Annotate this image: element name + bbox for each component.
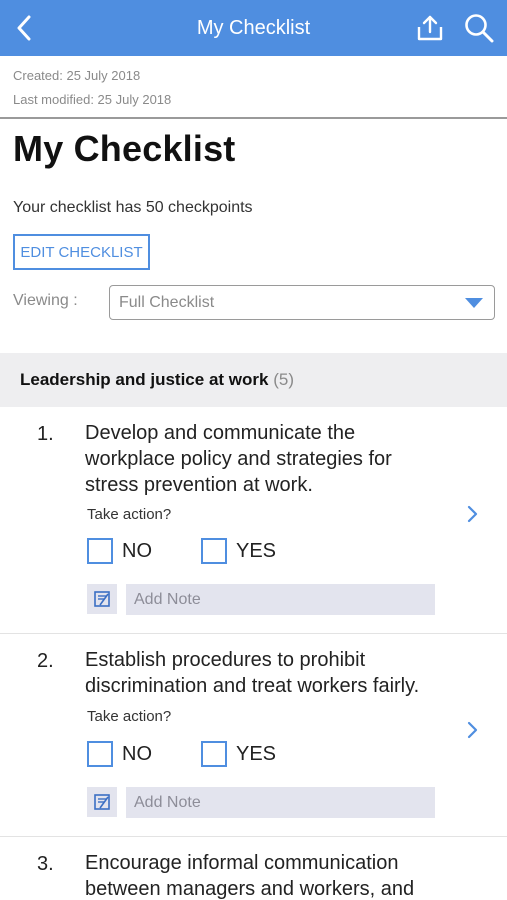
note-icon — [94, 794, 110, 810]
checklist-meta: Created: 25 July 2018 Last modified: 25 … — [13, 64, 171, 112]
dropdown-caret-icon — [465, 298, 483, 308]
item-text: Establish procedures to prohibit discrim… — [85, 647, 475, 699]
created-date: Created: 25 July 2018 — [13, 68, 141, 83]
viewing-dropdown[interactable]: Full Checklist — [109, 285, 495, 320]
note-button[interactable] — [87, 787, 117, 817]
item-text-line: Develop and communicate the — [85, 422, 356, 444]
divider — [0, 117, 507, 119]
section-title: Leadership and justice at work (5) — [20, 370, 294, 390]
take-action-label: Take action? — [87, 708, 172, 725]
item-text: Encourage informal communication between… — [85, 850, 475, 900]
yes-checkbox[interactable] — [201, 741, 227, 767]
checklist-item[interactable]: 3. Encourage informal communication betw… — [0, 838, 507, 900]
chevron-right-icon[interactable] — [466, 720, 480, 740]
item-text-line: Encourage informal communication — [85, 852, 399, 874]
add-note-input[interactable]: Add Note — [126, 787, 435, 818]
item-number: 2. — [37, 650, 54, 672]
section-count: (5) — [273, 370, 294, 389]
section-name: Leadership and justice at work — [20, 370, 269, 389]
item-text-line: Establish procedures to prohibit — [85, 649, 366, 671]
item-text-line: between managers and workers, and — [85, 878, 415, 900]
note-placeholder: Add Note — [134, 794, 201, 811]
yes-checkbox[interactable] — [201, 538, 227, 564]
edit-checklist-button[interactable]: EDIT CHECKLIST — [13, 234, 150, 270]
yes-label: YES — [236, 743, 277, 765]
checklist-item[interactable]: 1. Develop and communicate the workplace… — [0, 407, 507, 634]
note-placeholder: Add Note — [134, 591, 201, 608]
viewing-selected-value: Full Checklist — [119, 294, 215, 311]
no-label: NO — [122, 540, 152, 562]
item-text-line: stress prevention at work. — [85, 474, 313, 496]
item-text-line: discrimination and treat workers fairly. — [85, 675, 420, 697]
yes-label: YES — [236, 540, 277, 562]
page-title: My Checklist — [13, 128, 236, 169]
item-number: 3. — [37, 853, 54, 875]
chevron-right-icon[interactable] — [466, 504, 480, 524]
no-label: NO — [122, 743, 152, 765]
last-modified-date: Last modified: 25 July 2018 — [13, 92, 172, 107]
no-checkbox[interactable] — [87, 538, 113, 564]
checklist-item[interactable]: 2. Establish procedures to prohibit disc… — [0, 635, 507, 837]
item-text-line: workplace policy and strategies for — [85, 448, 392, 470]
search-icon — [465, 14, 494, 43]
section-header[interactable]: Leadership and justice at work (5) — [0, 353, 507, 407]
note-icon — [94, 591, 110, 607]
note-button[interactable] — [87, 584, 117, 614]
checkpoint-summary: Your checklist has 50 checkpoints — [13, 199, 253, 216]
share-button[interactable] — [414, 12, 446, 44]
take-action-label: Take action? — [87, 506, 172, 523]
search-button[interactable] — [462, 12, 496, 44]
app-header: My Checklist — [0, 0, 507, 56]
item-text: Develop and communicate the workplace po… — [85, 420, 475, 498]
share-icon — [417, 15, 443, 41]
add-note-input[interactable]: Add Note — [126, 584, 435, 615]
item-number: 1. — [37, 423, 54, 445]
no-checkbox[interactable] — [87, 741, 113, 767]
viewing-label: Viewing : — [13, 292, 78, 309]
